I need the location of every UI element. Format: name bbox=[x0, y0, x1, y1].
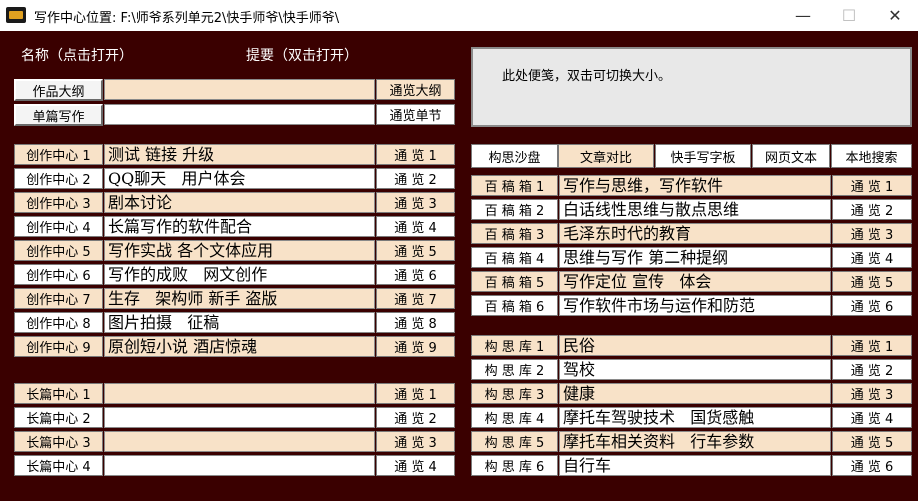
idea-bank-browse-button[interactable]: 通 览 1 bbox=[832, 335, 912, 356]
idea-bank-field[interactable]: 摩托车相关资料 行车参数 bbox=[559, 431, 831, 452]
creation-center-button[interactable]: 创作中心 1 bbox=[14, 144, 103, 165]
idea-bank-button[interactable]: 构 思 库 5 bbox=[471, 431, 558, 452]
idea-bank-button[interactable]: 构 思 库 6 bbox=[471, 455, 558, 476]
tab-5[interactable]: 本地搜索 bbox=[831, 144, 912, 168]
tab-3[interactable]: 快手写字板 bbox=[655, 144, 751, 168]
creation-center-browse-button[interactable]: 通 览 7 bbox=[376, 288, 455, 309]
draft-box-field[interactable]: 毛泽东时代的教育 bbox=[559, 223, 831, 244]
creation-center-browse-button[interactable]: 通 览 5 bbox=[376, 240, 455, 261]
top-row-field[interactable] bbox=[104, 79, 375, 100]
draft-box-button[interactable]: 百 稿 箱 4 bbox=[471, 247, 558, 268]
idea-bank-browse-button[interactable]: 通 览 4 bbox=[832, 407, 912, 428]
creation-center-field[interactable]: 生存 架构师 新手 盗版 bbox=[104, 288, 375, 309]
creation-center-button[interactable]: 创作中心 8 bbox=[14, 312, 103, 333]
app-icon bbox=[6, 7, 26, 23]
long-center-field[interactable] bbox=[104, 407, 375, 428]
draft-box-field[interactable]: 写作与思维，写作软件 bbox=[559, 175, 831, 196]
creation-center-button[interactable]: 创作中心 6 bbox=[14, 264, 103, 285]
name-header: 名称（点击打开） bbox=[21, 48, 133, 64]
creation-center-field[interactable]: 写作实战 各个文体应用 bbox=[104, 240, 375, 261]
creation-center-field[interactable]: 原创短小说 酒店惊魂 bbox=[104, 336, 375, 357]
creation-center-browse-button[interactable]: 通 览 2 bbox=[376, 168, 455, 189]
idea-bank-button[interactable]: 构 思 库 1 bbox=[471, 335, 558, 356]
draft-box-browse-button[interactable]: 通 览 5 bbox=[832, 271, 912, 292]
top-row-field[interactable] bbox=[104, 104, 375, 125]
creation-center-browse-button[interactable]: 通 览 4 bbox=[376, 216, 455, 237]
idea-bank-field[interactable]: 摩托车驾驶技术 国货感触 bbox=[559, 407, 831, 428]
draft-box-button[interactable]: 百 稿 箱 1 bbox=[471, 175, 558, 196]
top-row-browse-button[interactable]: 通览大纲 bbox=[376, 79, 455, 100]
idea-bank-browse-button[interactable]: 通 览 3 bbox=[832, 383, 912, 404]
creation-center-field[interactable]: 剧本讨论 bbox=[104, 192, 375, 213]
title-bar: 写作中心位置: F:\师爷系列单元2\快手师爷\快手师爷\ — ☐ ✕ bbox=[0, 0, 918, 31]
idea-bank-field[interactable]: 自行车 bbox=[559, 455, 831, 476]
idea-bank-browse-button[interactable]: 通 览 5 bbox=[832, 431, 912, 452]
creation-center-browse-button[interactable]: 通 览 8 bbox=[376, 312, 455, 333]
idea-bank-field[interactable]: 驾校 bbox=[559, 359, 831, 380]
top-row-label-button[interactable]: 作品大纲 bbox=[14, 79, 103, 101]
creation-center-button[interactable]: 创作中心 7 bbox=[14, 288, 103, 309]
idea-bank-field[interactable]: 健康 bbox=[559, 383, 831, 404]
tab-2[interactable]: 文章对比 bbox=[558, 144, 654, 168]
long-center-browse-button[interactable]: 通 览 3 bbox=[376, 431, 455, 452]
draft-box-browse-button[interactable]: 通 览 3 bbox=[832, 223, 912, 244]
creation-center-browse-button[interactable]: 通 览 1 bbox=[376, 144, 455, 165]
draft-box-browse-button[interactable]: 通 览 4 bbox=[832, 247, 912, 268]
creation-center-browse-button[interactable]: 通 览 3 bbox=[376, 192, 455, 213]
draft-box-browse-button[interactable]: 通 览 6 bbox=[832, 295, 912, 316]
creation-center-button[interactable]: 创作中心 9 bbox=[14, 336, 103, 357]
long-center-field[interactable] bbox=[104, 383, 375, 404]
creation-center-button[interactable]: 创作中心 5 bbox=[14, 240, 103, 261]
creation-center-browse-button[interactable]: 通 览 6 bbox=[376, 264, 455, 285]
long-center-field[interactable] bbox=[104, 431, 375, 452]
idea-bank-button[interactable]: 构 思 库 4 bbox=[471, 407, 558, 428]
long-center-browse-button[interactable]: 通 览 1 bbox=[376, 383, 455, 404]
long-center-button[interactable]: 长篇中心 4 bbox=[14, 455, 103, 476]
draft-box-browse-button[interactable]: 通 览 1 bbox=[832, 175, 912, 196]
draft-box-field[interactable]: 白话线性思维与散点思维 bbox=[559, 199, 831, 220]
notes-text: 此处便笺，双击可切换大小。 bbox=[502, 69, 672, 84]
creation-center-button[interactable]: 创作中心 2 bbox=[14, 168, 103, 189]
maximize-button[interactable]: ☐ bbox=[826, 0, 872, 31]
draft-box-browse-button[interactable]: 通 览 2 bbox=[832, 199, 912, 220]
idea-bank-button[interactable]: 构 思 库 2 bbox=[471, 359, 558, 380]
long-center-button[interactable]: 长篇中心 1 bbox=[14, 383, 103, 404]
idea-bank-browse-button[interactable]: 通 览 2 bbox=[832, 359, 912, 380]
idea-bank-button[interactable]: 构 思 库 3 bbox=[471, 383, 558, 404]
long-center-button[interactable]: 长篇中心 3 bbox=[14, 431, 103, 452]
draft-box-button[interactable]: 百 稿 箱 2 bbox=[471, 199, 558, 220]
long-center-field[interactable] bbox=[104, 455, 375, 476]
draft-box-button[interactable]: 百 稿 箱 5 bbox=[471, 271, 558, 292]
creation-center-field[interactable]: 图片拍摄 征稿 bbox=[104, 312, 375, 333]
tab-1[interactable]: 构思沙盘 bbox=[471, 144, 558, 168]
long-center-browse-button[interactable]: 通 览 2 bbox=[376, 407, 455, 428]
close-button[interactable]: ✕ bbox=[872, 0, 918, 31]
creation-center-browse-button[interactable]: 通 览 9 bbox=[376, 336, 455, 357]
draft-box-field[interactable]: 写作软件市场与运作和防范 bbox=[559, 295, 831, 316]
creation-center-button[interactable]: 创作中心 4 bbox=[14, 216, 103, 237]
top-row-browse-button[interactable]: 通览单节 bbox=[376, 104, 455, 125]
draft-box-button[interactable]: 百 稿 箱 6 bbox=[471, 295, 558, 316]
draft-box-field[interactable]: 写作定位 宣传 体会 bbox=[559, 271, 831, 292]
draft-box-button[interactable]: 百 稿 箱 3 bbox=[471, 223, 558, 244]
creation-center-field[interactable]: QQ聊天 用户体会 bbox=[104, 168, 375, 189]
notes-panel[interactable]: 此处便笺，双击可切换大小。 bbox=[471, 47, 912, 127]
draft-box-field[interactable]: 思维与写作 第二种提纲 bbox=[559, 247, 831, 268]
minimize-button[interactable]: — bbox=[780, 0, 826, 31]
long-center-browse-button[interactable]: 通 览 4 bbox=[376, 455, 455, 476]
idea-bank-browse-button[interactable]: 通 览 6 bbox=[832, 455, 912, 476]
creation-center-field[interactable]: 写作的成败 网文创作 bbox=[104, 264, 375, 285]
idea-bank-field[interactable]: 民俗 bbox=[559, 335, 831, 356]
top-row-label-button[interactable]: 单篇写作 bbox=[14, 104, 103, 126]
long-center-button[interactable]: 长篇中心 2 bbox=[14, 407, 103, 428]
summary-header: 提要（双击打开） bbox=[246, 48, 358, 64]
creation-center-field[interactable]: 测试 链接 升级 bbox=[104, 144, 375, 165]
tab-4[interactable]: 网页文本 bbox=[752, 144, 830, 168]
creation-center-field[interactable]: 长篇写作的软件配合 bbox=[104, 216, 375, 237]
window-title: 写作中心位置: F:\师爷系列单元2\快手师爷\快手师爷\ bbox=[34, 11, 340, 26]
creation-center-button[interactable]: 创作中心 3 bbox=[14, 192, 103, 213]
